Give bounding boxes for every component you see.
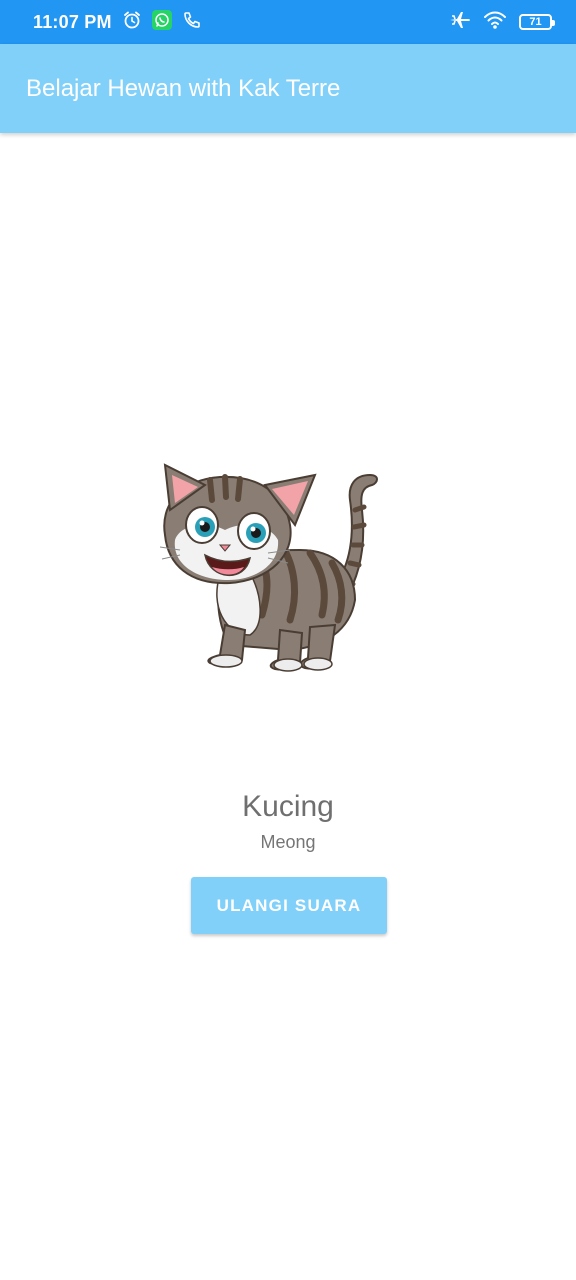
page-title: Belajar Hewan with Kak Terre [26,74,341,102]
status-time: 11:07 PM [33,11,112,32]
animal-image [150,455,390,675]
status-left-icons [122,9,202,35]
animal-name: Kucing [242,790,334,823]
phone-icon [182,10,202,35]
status-right-icons: 71 [449,10,555,35]
status-bar: 11:07 PM 71 [0,0,576,44]
battery-level: 71 [529,15,542,28]
alarm-icon [122,10,142,35]
whatsapp-icon [151,9,172,35]
wifi-icon [483,10,507,35]
battery-icon: 71 [519,14,555,30]
airplane-mode-icon [449,10,471,35]
app-bar: Belajar Hewan with Kak Terre [0,44,576,133]
animal-sound: Meong [260,832,316,852]
repeat-sound-button[interactable]: ULANGI SUARA [191,877,387,934]
